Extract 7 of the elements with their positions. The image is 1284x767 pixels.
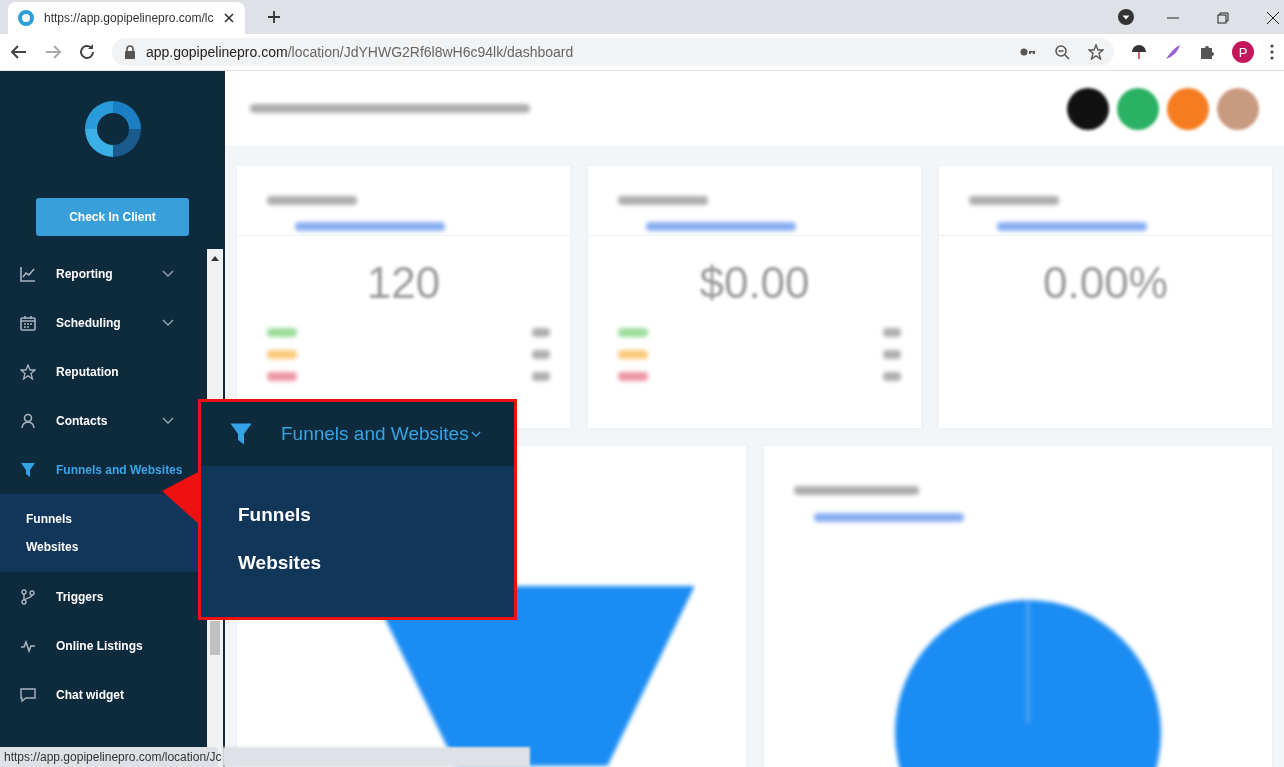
address-url: app.gopipelinepro.com/location/JdYHWG2Rf6l8wH6c94lk/dashboard <box>146 44 574 60</box>
stat-value: 0.00% <box>1042 258 1169 308</box>
stat-value: 120 <box>365 258 442 308</box>
callout-title: Funnels and Websites <box>281 423 469 445</box>
callout-item: Websites <box>238 552 323 574</box>
callout-item: Funnels <box>238 504 312 526</box>
stat-value: $0.00 <box>698 258 811 308</box>
